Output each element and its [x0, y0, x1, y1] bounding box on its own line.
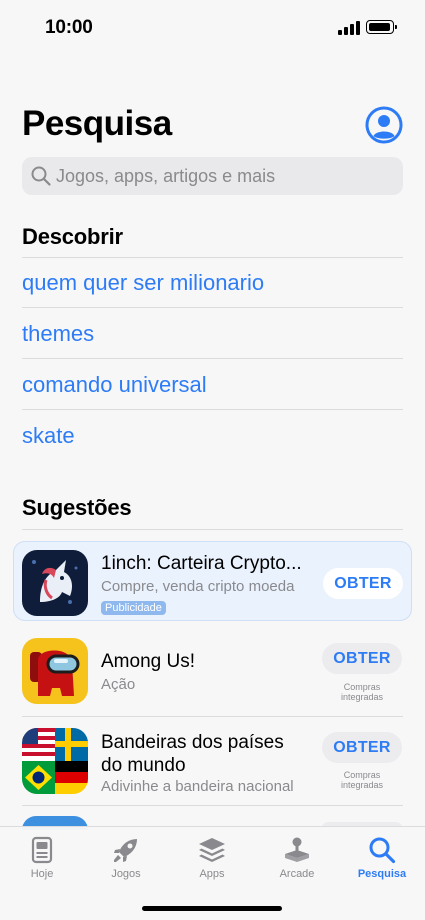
- tab-label: Arcade: [279, 868, 315, 880]
- app-name: Bandeiras dos países: [101, 732, 284, 753]
- divider: [22, 257, 403, 258]
- discover-item[interactable]: comando universal: [22, 372, 207, 398]
- app-row-among-us[interactable]: Among Us! Ação OBTER Compras integradas: [22, 630, 403, 710]
- divider: [22, 409, 403, 410]
- tab-today[interactable]: Hoje: [2, 835, 82, 880]
- account-button[interactable]: [365, 106, 403, 144]
- app-subtitle: Ação: [101, 676, 136, 693]
- tab-label: Pesquisa: [357, 868, 407, 880]
- home-indicator[interactable]: [142, 906, 282, 911]
- among-us-app-icon: [22, 638, 88, 704]
- in-app-purchases-note: Compras integradas: [340, 682, 384, 702]
- rocket-icon: [114, 839, 137, 862]
- divider: [22, 716, 403, 717]
- discover-item[interactable]: quem quer ser milionario: [22, 270, 264, 296]
- status-bar: 10:00: [0, 0, 425, 56]
- discover-item[interactable]: skate: [22, 423, 75, 449]
- search-icon: [369, 837, 396, 864]
- tab-arcade[interactable]: Arcade: [257, 835, 337, 880]
- search-input[interactable]: [56, 165, 386, 187]
- get-button[interactable]: OBTER: [322, 643, 402, 674]
- divider: [22, 529, 403, 530]
- tab-label: Apps: [199, 868, 225, 880]
- page-title: Pesquisa: [22, 104, 172, 143]
- search-icon: [31, 166, 51, 186]
- app-row-1inch[interactable]: 1inch: Carteira Crypto... Compre, venda …: [13, 541, 412, 621]
- tab-games[interactable]: Jogos: [86, 835, 166, 880]
- app-subtitle: Adivinhe a bandeira nacional: [101, 778, 294, 795]
- ad-badge: Publicidade: [101, 601, 166, 615]
- person-circle-icon: [365, 106, 403, 144]
- battery-icon: [366, 20, 397, 34]
- search-field[interactable]: [22, 157, 403, 195]
- tab-label: Jogos: [111, 868, 141, 880]
- discover-item[interactable]: themes: [22, 321, 94, 347]
- flags-app-icon: [22, 728, 88, 794]
- suggestions-title: Sugestões: [22, 495, 132, 520]
- get-button[interactable]: OBTER: [323, 568, 403, 599]
- in-app-purchases-note: Compras integradas: [340, 770, 384, 790]
- discover-title: Descobrir: [22, 224, 123, 249]
- app-name-line2: do mundo: [101, 755, 186, 776]
- tab-label: Hoje: [30, 868, 54, 880]
- unicorn-app-icon: [22, 550, 88, 616]
- cellular-signal-icon: [338, 21, 361, 35]
- get-button[interactable]: OBTER: [322, 732, 402, 763]
- status-time: 10:00: [45, 17, 93, 38]
- app-subtitle: Compre, venda cripto moeda: [101, 578, 295, 595]
- tab-apps[interactable]: Apps: [172, 835, 252, 880]
- app-row-flags[interactable]: Bandeiras dos países do mundo Adivinhe a…: [22, 720, 403, 800]
- app-name: Among Us!: [101, 651, 195, 672]
- divider: [22, 358, 403, 359]
- divider: [22, 307, 403, 308]
- today-icon: [31, 836, 53, 864]
- app-name: 1inch: Carteira Crypto...: [101, 553, 302, 574]
- divider: [22, 805, 403, 806]
- joystick-icon: [285, 837, 309, 862]
- tab-search[interactable]: Pesquisa: [342, 835, 422, 880]
- apps-stack-icon: [199, 838, 225, 862]
